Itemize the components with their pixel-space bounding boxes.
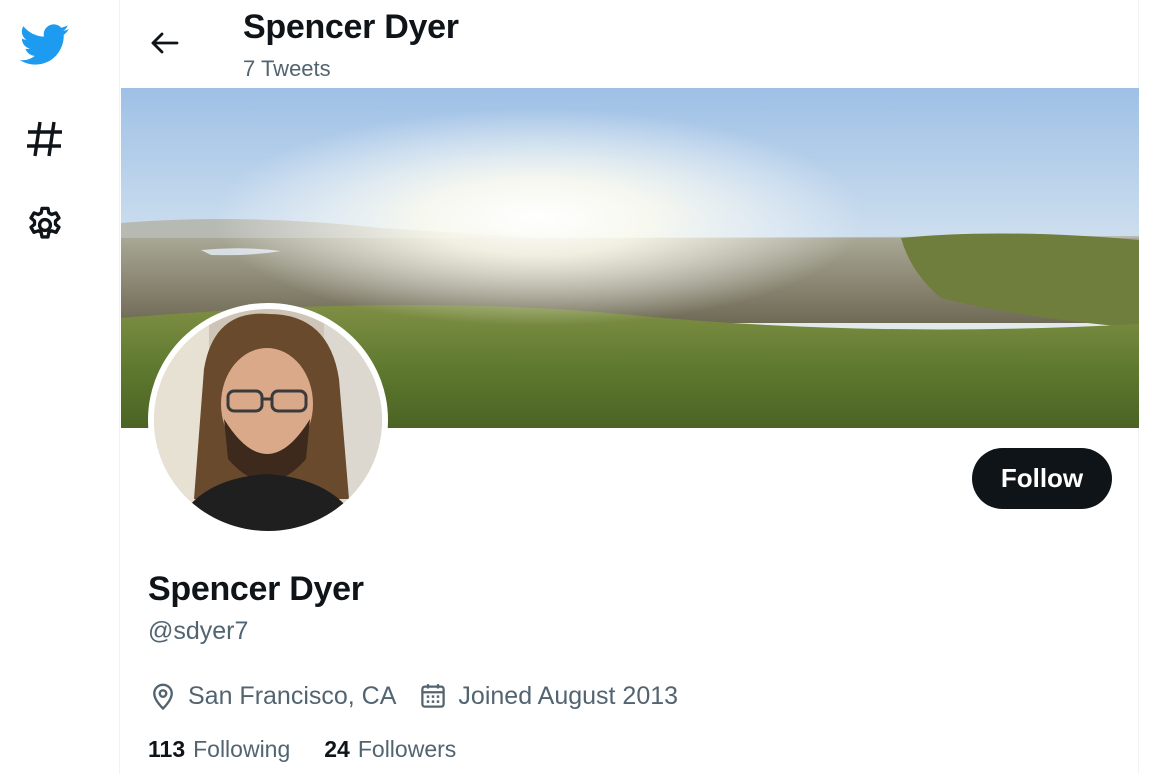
profile-column: Spencer Dyer 7 Tweets Follow Spencer Dye… xyxy=(119,0,1139,774)
followers-count: 24 xyxy=(324,736,350,762)
following-count: 113 xyxy=(148,736,186,762)
left-nav xyxy=(0,0,120,774)
location-item: San Francisco, CA xyxy=(148,681,396,711)
arrow-left-icon xyxy=(151,32,179,54)
tweet-count: 7 Tweets xyxy=(243,56,331,81)
followers-label: Followers xyxy=(357,736,457,762)
followers-link[interactable]: 24 Followers xyxy=(324,736,456,763)
profile-avatar[interactable] xyxy=(148,303,388,537)
following-label: Following xyxy=(193,736,291,762)
location-text: San Francisco, CA xyxy=(188,681,397,710)
profile-stats: 113 Following 24 Followers xyxy=(148,736,490,763)
joined-item: Joined August 2013 xyxy=(418,681,678,711)
gear-icon xyxy=(29,206,61,239)
profile-header: Spencer Dyer 7 Tweets xyxy=(120,0,1138,88)
twitter-bird-icon xyxy=(20,24,70,65)
location-pin-icon xyxy=(153,683,173,711)
settings-button[interactable] xyxy=(16,196,74,254)
following-link[interactable]: 113 Following xyxy=(148,736,290,763)
calendar-icon xyxy=(421,684,446,708)
joined-text: Joined August 2013 xyxy=(458,681,679,710)
profile-display-name: Spencer Dyer xyxy=(148,570,364,608)
hashtag-icon xyxy=(27,121,62,157)
profile-handle: @sdyer7 xyxy=(148,617,249,645)
back-button[interactable] xyxy=(142,20,188,66)
follow-button[interactable]: Follow xyxy=(972,448,1112,509)
twitter-home-button[interactable] xyxy=(16,16,74,74)
header-title: Spencer Dyer xyxy=(243,8,459,46)
profile-meta: San Francisco, CA Joined August 2013 xyxy=(148,678,700,714)
explore-button[interactable] xyxy=(16,110,74,168)
avatar-portrait-image xyxy=(154,309,382,531)
